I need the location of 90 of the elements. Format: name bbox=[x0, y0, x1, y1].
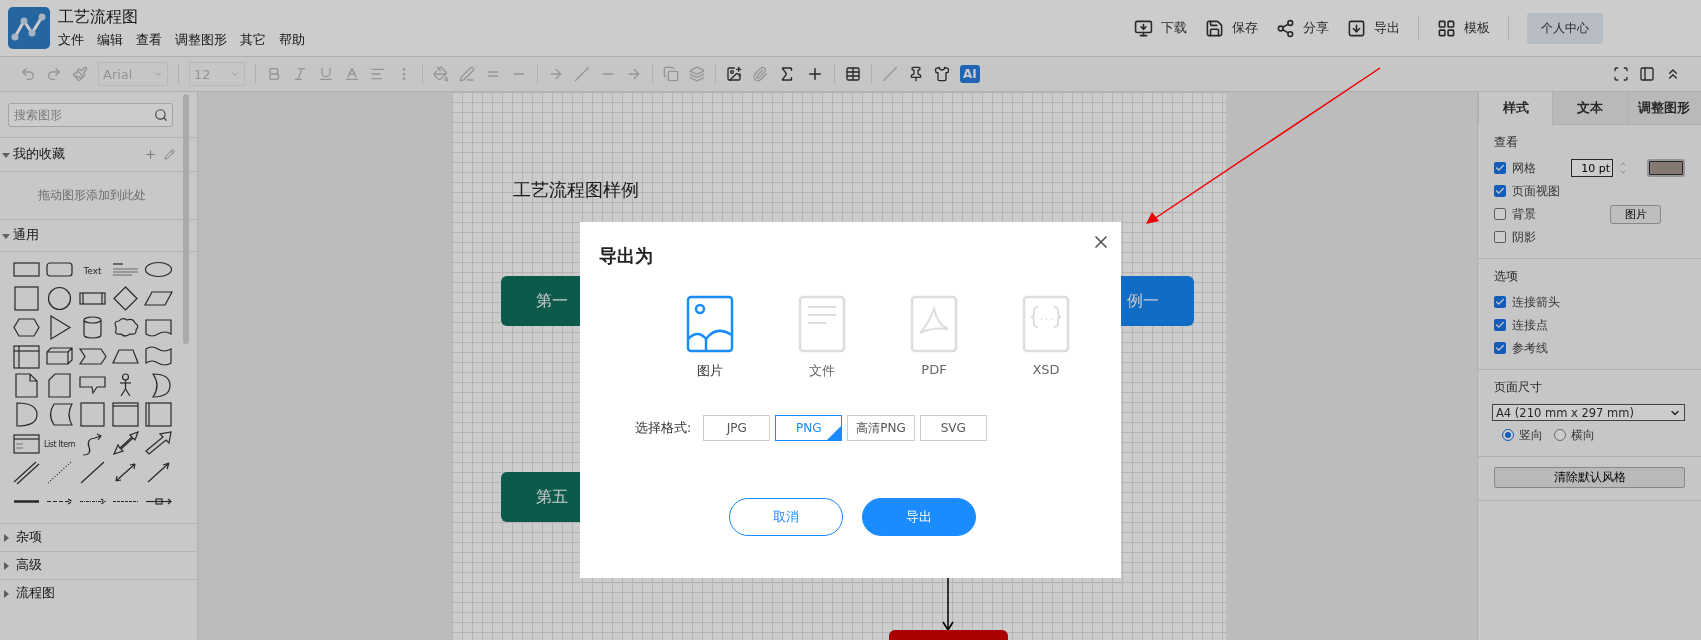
page-size-select[interactable]: A4 (210 mm x 297 mm) bbox=[1492, 404, 1685, 421]
menu-item[interactable]: 帮助 bbox=[279, 31, 305, 49]
dropdown-icon bbox=[230, 69, 240, 79]
font-color-icon[interactable] bbox=[344, 66, 360, 82]
menu-item[interactable]: 编辑 bbox=[97, 31, 123, 49]
diamond-icon[interactable] bbox=[110, 285, 141, 312]
checkbox[interactable] bbox=[1494, 208, 1506, 220]
format-option[interactable]: SVG bbox=[919, 415, 987, 441]
double-line-icon[interactable] bbox=[11, 459, 42, 486]
text-shape-label[interactable]: Text bbox=[83, 265, 102, 276]
pdf-file-icon bbox=[910, 295, 958, 353]
reset-style-button[interactable]: 清除默认风格 bbox=[1494, 467, 1685, 488]
checkbox-label: 页面视图 bbox=[1512, 182, 1560, 200]
add-icon[interactable] bbox=[144, 148, 157, 161]
download-button[interactable]: 下载 bbox=[1134, 18, 1187, 38]
block-arrow-icon[interactable] bbox=[143, 430, 174, 457]
checkbox-label: 网格 bbox=[1512, 159, 1536, 177]
cancel-button[interactable]: 取消 bbox=[729, 498, 843, 536]
checkbox-label: 阴影 bbox=[1512, 228, 1536, 246]
fullscreen-icon[interactable] bbox=[1613, 66, 1629, 82]
format-option[interactable]: JPG bbox=[703, 415, 771, 441]
checkbox-label: 连接箭头 bbox=[1512, 293, 1560, 311]
section-header[interactable]: 流程图 bbox=[0, 579, 197, 607]
export-type-option[interactable]: 图片 bbox=[654, 295, 766, 380]
checkbox-label: 背景 bbox=[1512, 205, 1536, 223]
internal-storage-icon[interactable] bbox=[11, 343, 42, 370]
theme-icon[interactable] bbox=[934, 66, 950, 82]
export-icon bbox=[1347, 18, 1366, 38]
fill-color-icon[interactable] bbox=[433, 66, 449, 82]
checkbox[interactable] bbox=[1494, 319, 1506, 331]
text-file-icon bbox=[798, 295, 846, 353]
download-icon bbox=[1134, 18, 1153, 38]
menu-item[interactable]: 文件 bbox=[58, 31, 84, 49]
insert-icon[interactable] bbox=[806, 65, 824, 83]
app-logo bbox=[8, 7, 50, 49]
edit-icon[interactable] bbox=[164, 149, 175, 160]
save-icon bbox=[1205, 18, 1224, 38]
account-button[interactable]: 个人中心 bbox=[1527, 12, 1603, 44]
image-file-icon bbox=[686, 295, 734, 353]
format-label: 选择格式: bbox=[635, 419, 692, 437]
export-button[interactable]: 导出 bbox=[1347, 18, 1400, 38]
share-icon bbox=[1276, 18, 1295, 38]
pin-icon[interactable] bbox=[908, 66, 924, 82]
export-type-option[interactable]: PDF bbox=[878, 295, 990, 380]
checkbox[interactable] bbox=[1494, 342, 1506, 354]
insert-image-icon[interactable] bbox=[726, 66, 742, 82]
radio-label: 横向 bbox=[1571, 426, 1595, 444]
section-header[interactable]: 杂项 bbox=[0, 523, 197, 551]
panel-tab[interactable]: 调整图形 bbox=[1626, 92, 1701, 125]
radio-button[interactable] bbox=[1502, 429, 1514, 441]
section-header[interactable]: 高级 bbox=[0, 551, 197, 579]
diagram-title: 工艺流程图样例 bbox=[513, 178, 639, 202]
checkbox[interactable] bbox=[1494, 296, 1506, 308]
dialog-title: 导出为 bbox=[599, 244, 654, 268]
color-swatch[interactable] bbox=[1647, 159, 1685, 177]
template-icon bbox=[1437, 18, 1456, 38]
list-item-shape-label[interactable]: List Item bbox=[43, 440, 76, 449]
radio-button[interactable] bbox=[1554, 429, 1566, 441]
checkbox-label: 参考线 bbox=[1512, 339, 1548, 357]
app-title: 工艺流程图 bbox=[58, 7, 139, 28]
panel-tab[interactable]: 文本 bbox=[1552, 92, 1627, 125]
format-option[interactable]: 高清PNG bbox=[847, 415, 915, 441]
grid-size-field[interactable]: 10 pt bbox=[1571, 159, 1613, 177]
section-title: 页面尺寸 bbox=[1494, 379, 1543, 396]
menu-item[interactable]: 查看 bbox=[136, 31, 162, 49]
menu-item[interactable]: 调整图形 bbox=[175, 31, 227, 49]
checkbox[interactable] bbox=[1494, 185, 1506, 197]
search-field[interactable]: 搜索图形 bbox=[8, 103, 173, 127]
line-color-icon[interactable] bbox=[459, 66, 475, 82]
search-icon bbox=[154, 108, 168, 122]
double-arrow-icon[interactable] bbox=[110, 430, 141, 457]
template-button[interactable]: 模板 bbox=[1437, 18, 1490, 38]
section-title: 选项 bbox=[1494, 268, 1519, 285]
section-title: 查看 bbox=[1494, 134, 1519, 151]
save-button[interactable]: 保存 bbox=[1205, 18, 1258, 38]
connector-arrow bbox=[942, 576, 954, 632]
export-type-option[interactable]: XSD bbox=[990, 295, 1102, 380]
code-file-icon bbox=[1022, 295, 1070, 353]
panel-icon[interactable] bbox=[1639, 66, 1655, 82]
export-type-option[interactable]: 文件 bbox=[766, 295, 878, 380]
checkbox[interactable] bbox=[1494, 162, 1506, 174]
checkbox-label: 连接点 bbox=[1512, 316, 1548, 334]
ai-button[interactable]: AI bbox=[960, 65, 980, 83]
menu-item[interactable]: 其它 bbox=[240, 31, 266, 49]
share-button[interactable]: 分享 bbox=[1276, 18, 1329, 38]
dropdown-icon bbox=[153, 69, 163, 79]
radio-label: 竖向 bbox=[1519, 426, 1543, 444]
checkbox[interactable] bbox=[1494, 231, 1506, 243]
table-icon[interactable] bbox=[845, 66, 861, 82]
image-button[interactable]: 图片 bbox=[1610, 204, 1661, 224]
